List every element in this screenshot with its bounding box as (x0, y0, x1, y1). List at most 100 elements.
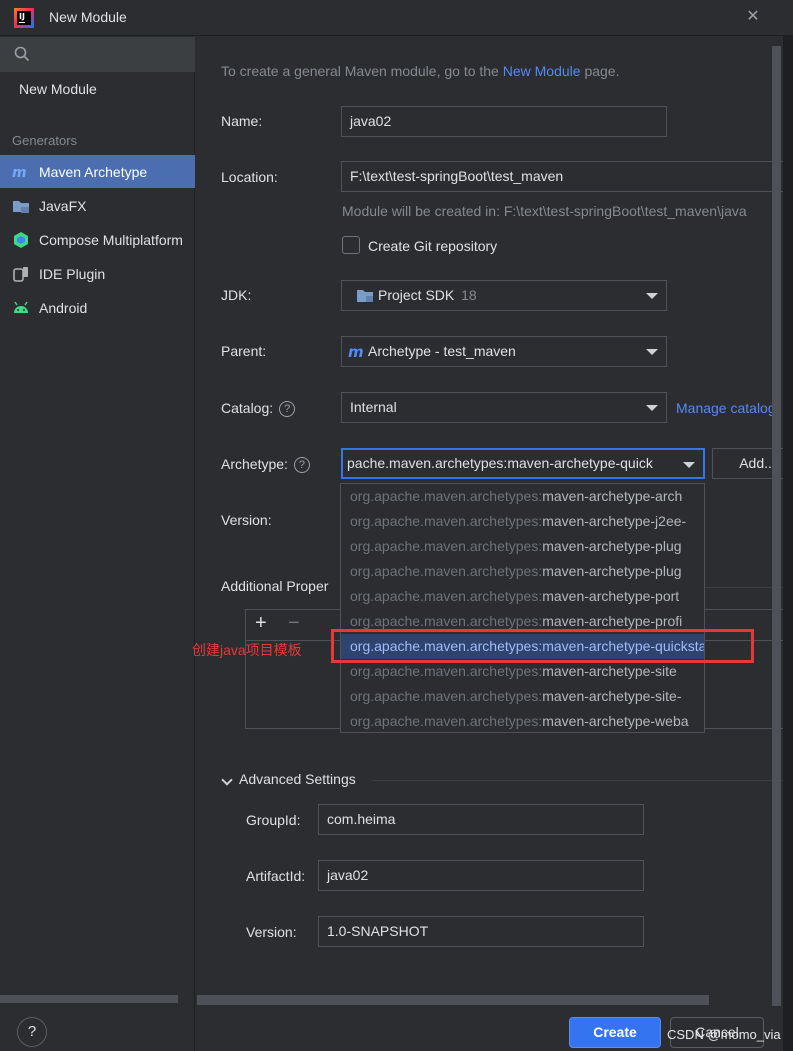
archetype-dropdown-list[interactable]: org.apache.maven.archetypes:maven-archet… (340, 483, 705, 733)
help-icon[interactable]: ? (293, 457, 310, 473)
annotation-highlight-box (331, 629, 754, 663)
version-field[interactable]: 1.0-SNAPSHOT (318, 916, 644, 947)
list-item[interactable]: org.apache.maven.archetypes:maven-archet… (341, 684, 704, 709)
close-icon[interactable]: ✕ (744, 8, 762, 26)
sidebar-item-label: Maven Archetype (39, 163, 148, 180)
archetype-value: pache.maven.archetypes:maven-archetype-q… (347, 455, 653, 471)
info-text: To create a general Maven module, go to … (221, 63, 620, 79)
plugin-icon (12, 265, 30, 283)
sidebar-item-compose-multiplatform[interactable]: Compose Multiplatform (0, 223, 195, 256)
compose-icon (12, 231, 30, 249)
list-item[interactable]: org.apache.maven.archetypes:maven-archet… (341, 559, 704, 584)
sidebar-item-android[interactable]: Android (0, 291, 195, 324)
chevron-down-icon (646, 349, 658, 355)
item-name: maven-archetype-weba (542, 713, 689, 729)
android-icon (12, 299, 30, 317)
list-item[interactable]: org.apache.maven.archetypes:maven-archet… (341, 534, 704, 559)
chevron-down-icon (646, 405, 658, 411)
item-name: maven-archetype-plug (542, 563, 682, 579)
artifactid-field[interactable]: java02 (318, 860, 644, 891)
info-prefix: To create a general Maven module, go to … (221, 63, 503, 79)
parent-combo[interactable]: m Archetype - test_maven (341, 336, 667, 367)
item-name: maven-archetype-plug (542, 538, 682, 554)
location-hint: Module will be created in: F:\text\test-… (342, 203, 747, 219)
sidebar-item-label: IDE Plugin (39, 265, 106, 282)
catalog-combo[interactable]: Internal (341, 392, 667, 423)
folder-icon (357, 290, 373, 302)
location-field[interactable]: F:\text\test-springBoot\test_maven (341, 161, 793, 192)
parent-label: Parent: (221, 343, 267, 359)
manage-catalogs-link[interactable]: Manage catalog (676, 400, 776, 416)
window-title: New Module (49, 9, 127, 25)
info-suffix: page. (580, 63, 620, 79)
title-bar: IJ New Module ✕ (0, 0, 793, 36)
item-name: maven-archetype-j2ee- (542, 513, 687, 529)
svg-text:m: m (348, 343, 364, 359)
additional-properties-label: Additional Proper (221, 578, 329, 594)
sidebar-item-maven-archetype[interactable]: m Maven Archetype (0, 155, 195, 188)
chevron-down-icon[interactable] (221, 774, 233, 786)
archetype-combo[interactable]: pache.maven.archetypes:maven-archetype-q… (341, 448, 705, 479)
version-advanced-label: Version: (246, 924, 297, 940)
catalog-value: Internal (350, 399, 397, 415)
parent-value: Archetype - test_maven (368, 343, 516, 359)
sidebar: New Module Generators m Maven Archetype … (0, 37, 195, 1051)
item-name: maven-archetype-site- (542, 688, 682, 704)
watermark: CSDN @momo_via (667, 1027, 781, 1042)
help-button[interactable]: ? (17, 1017, 47, 1047)
list-item[interactable]: org.apache.maven.archetypes:maven-archet… (341, 509, 704, 534)
catalog-label: Catalog:? (221, 400, 296, 417)
jdk-version: 18 (461, 287, 477, 303)
new-module-link[interactable]: New Module (503, 63, 581, 79)
sidebar-item-javafx[interactable]: JavaFX (0, 189, 195, 222)
sidebar-item-ide-plugin[interactable]: IDE Plugin (0, 257, 195, 290)
folder-icon (12, 197, 30, 215)
item-name: maven-archetype-arch (542, 488, 683, 504)
location-label: Location: (221, 169, 278, 185)
item-prefix: org.apache.maven.archetypes: (350, 663, 543, 679)
item-prefix: org.apache.maven.archetypes: (350, 588, 543, 604)
sidebar-new-module[interactable]: New Module (19, 81, 97, 97)
name-field[interactable]: java02 (341, 106, 667, 137)
help-icon[interactable]: ? (279, 401, 296, 417)
advanced-settings-toggle[interactable]: Advanced Settings (239, 771, 356, 787)
list-item[interactable]: org.apache.maven.archetypes:maven-archet… (341, 584, 704, 609)
item-name: maven-archetype-profi (542, 613, 683, 629)
annotation-text: 创建java项目模板 (192, 642, 302, 658)
create-git-checkbox[interactable] (342, 236, 360, 254)
jdk-value: Project SDK (378, 287, 455, 303)
sidebar-horizontal-scrollbar[interactable] (0, 995, 178, 1003)
item-prefix: org.apache.maven.archetypes: (350, 488, 543, 504)
jdk-combo[interactable]: Project SDK 18 (341, 280, 667, 311)
item-name: maven-archetype-port (542, 588, 680, 604)
item-prefix: org.apache.maven.archetypes: (350, 613, 543, 629)
catalog-label-text: Catalog: (221, 400, 274, 416)
item-prefix: org.apache.maven.archetypes: (350, 563, 543, 579)
vertical-scrollbar[interactable] (772, 46, 781, 1006)
item-prefix: org.apache.maven.archetypes: (350, 713, 543, 729)
add-property-icon[interactable]: + (255, 612, 267, 635)
item-name: maven-archetype-site (542, 663, 677, 679)
remove-property-icon[interactable]: − (288, 612, 300, 635)
create-git-label[interactable]: Create Git repository (368, 238, 497, 254)
artifactid-label: ArtifactId: (246, 868, 306, 884)
intellij-logo-icon: IJ (14, 8, 34, 28)
maven-icon: m (12, 163, 30, 181)
groupid-field[interactable]: com.heima (318, 804, 644, 835)
create-button[interactable]: Create (569, 1017, 661, 1048)
name-label: Name: (221, 113, 263, 129)
list-item[interactable]: org.apache.maven.archetypes:maven-archet… (341, 709, 704, 732)
sidebar-item-label: JavaFX (39, 197, 87, 214)
chevron-down-icon (683, 462, 695, 468)
window-edge (783, 36, 793, 1051)
item-prefix: org.apache.maven.archetypes: (350, 688, 543, 704)
archetype-label: Archetype:? (221, 456, 310, 473)
search-icon (14, 46, 30, 62)
item-prefix: org.apache.maven.archetypes: (350, 513, 543, 529)
sidebar-item-label: Compose Multiplatform (39, 231, 183, 248)
groupid-label: GroupId: (246, 812, 301, 828)
horizontal-scrollbar[interactable] (197, 995, 709, 1005)
maven-icon: m (348, 343, 364, 361)
list-item[interactable]: org.apache.maven.archetypes:maven-archet… (341, 484, 704, 509)
sidebar-search-input[interactable] (0, 37, 195, 72)
